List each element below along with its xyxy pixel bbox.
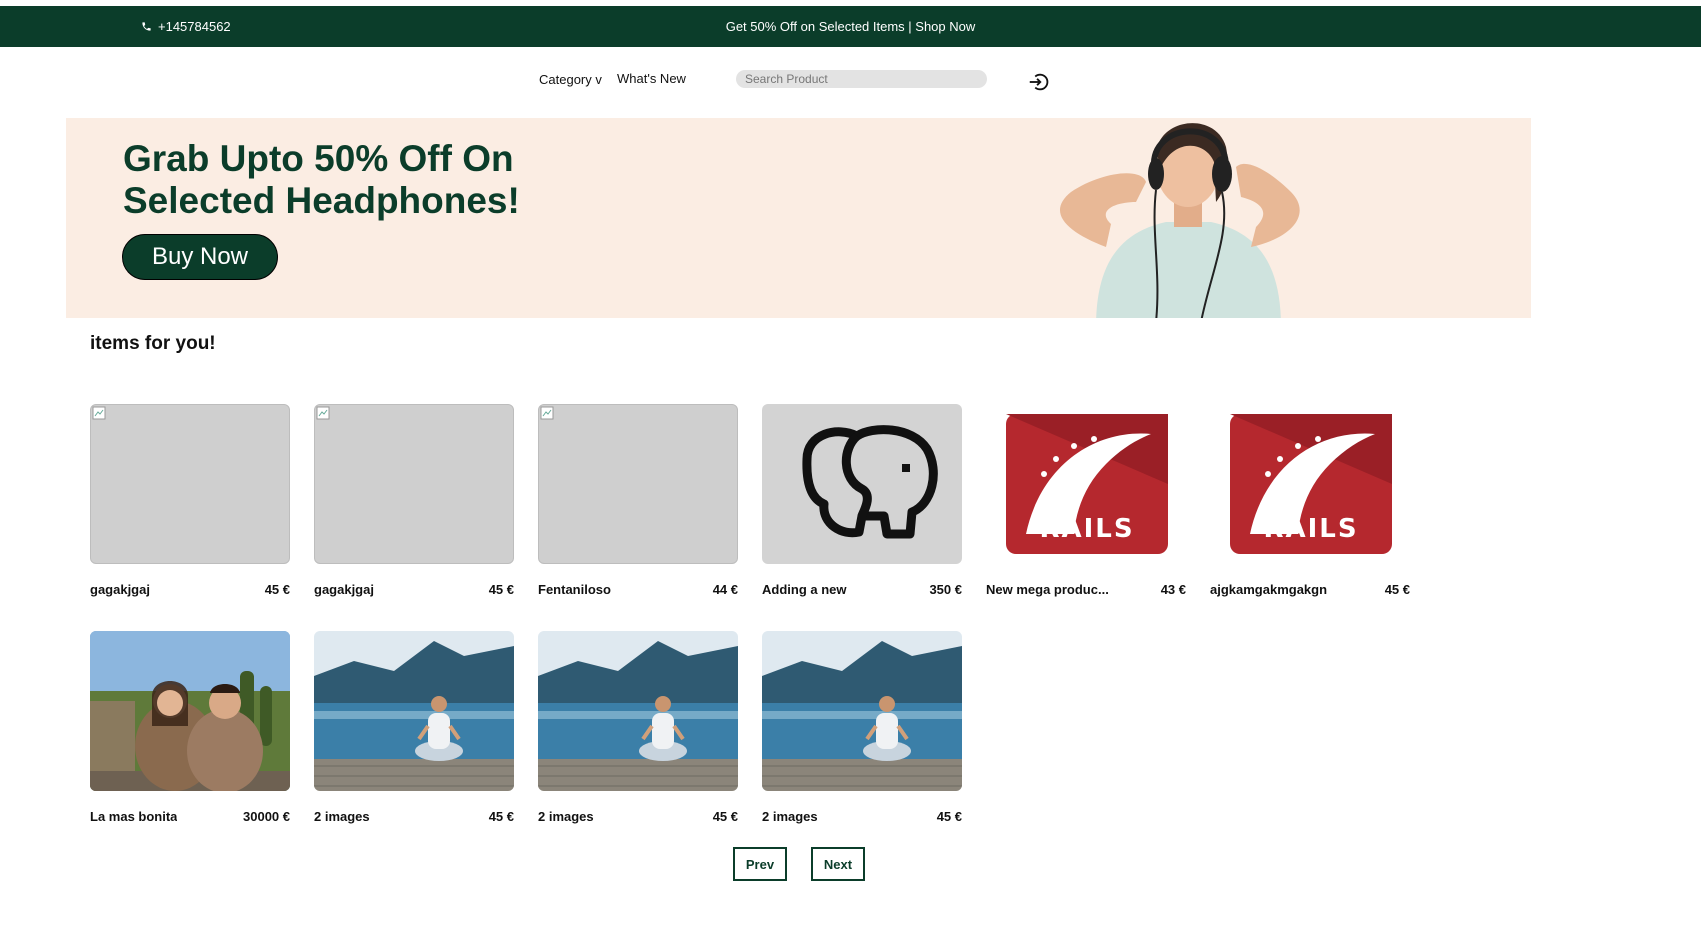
product-name[interactable]: 2 images <box>762 809 818 824</box>
product-card: RAILS ajgkamgakmgakgn 45 € <box>1210 404 1410 597</box>
rails-logo-icon: RAILS <box>1230 414 1392 554</box>
product-card: Adding a new 350 € <box>762 404 962 597</box>
buy-now-button[interactable]: Buy Now <box>122 234 278 280</box>
lake-meditation-photo <box>314 631 514 791</box>
category-dropdown[interactable]: Category v <box>539 72 602 87</box>
product-meta: Fentaniloso 44 € <box>538 582 738 597</box>
product-name[interactable]: ajgkamgakmgakgn <box>1210 582 1327 597</box>
svg-text:RAILS: RAILS <box>1039 514 1134 544</box>
product-card: gagakjgaj 45 € <box>314 404 514 597</box>
product-card: RAILS New mega produc... 43 € <box>986 404 1186 597</box>
product-price: 45 € <box>936 809 962 824</box>
product-image[interactable] <box>762 404 962 564</box>
product-image[interactable]: RAILS <box>986 404 1186 564</box>
product-card: 2 images 45 € <box>762 631 962 824</box>
prev-page-button[interactable]: Prev <box>733 847 787 881</box>
main-nav: Category v What's New <box>0 68 1701 98</box>
product-price: 45 € <box>488 809 514 824</box>
headphones-woman-image <box>1059 123 1300 318</box>
product-name[interactable]: 2 images <box>538 809 594 824</box>
product-name[interactable]: Adding a new <box>762 582 847 597</box>
product-meta: ajgkamgakmgakgn 45 € <box>1210 582 1410 597</box>
product-price: 45 € <box>712 809 738 824</box>
product-price: 44 € <box>712 582 738 597</box>
top-promo-bar: +145784562 Get 50% Off on Selected Items… <box>0 6 1701 47</box>
product-card: La mas bonita 30000 € <box>90 631 290 824</box>
login-icon[interactable] <box>1027 71 1049 93</box>
product-image[interactable] <box>90 631 290 791</box>
product-meta: La mas bonita 30000 € <box>90 809 290 824</box>
hero-banner: Grab Upto 50% Off On Selected Headphones… <box>66 118 1531 318</box>
product-card: gagakjgaj 45 € <box>90 404 290 597</box>
product-name[interactable]: New mega produc... <box>986 582 1109 597</box>
broken-image-icon <box>316 406 330 420</box>
hero-title: Grab Upto 50% Off On Selected Headphones… <box>123 138 520 221</box>
broken-image-icon <box>540 406 554 420</box>
product-price: 45 € <box>264 582 290 597</box>
product-price: 43 € <box>1160 582 1186 597</box>
product-price: 350 € <box>929 582 962 597</box>
rails-logo-icon: RAILS <box>1006 414 1168 554</box>
product-image[interactable] <box>314 631 514 791</box>
product-name[interactable]: Fentaniloso <box>538 582 611 597</box>
product-meta: 2 images 45 € <box>314 809 514 824</box>
product-card: 2 images 45 € <box>314 631 514 824</box>
product-price: 30000 € <box>243 809 290 824</box>
product-card: Fentaniloso 44 € <box>538 404 738 597</box>
product-image[interactable] <box>314 404 514 564</box>
product-meta: 2 images 45 € <box>762 809 962 824</box>
product-name[interactable]: gagakjgaj <box>314 582 374 597</box>
promo-link[interactable]: Get 50% Off on Selected Items | Shop Now <box>726 19 976 34</box>
product-name[interactable]: 2 images <box>314 809 370 824</box>
product-meta: New mega produc... 43 € <box>986 582 1186 597</box>
broken-image-icon <box>92 406 106 420</box>
product-meta: gagakjgaj 45 € <box>314 582 514 597</box>
product-price: 45 € <box>1384 582 1410 597</box>
couple-photo <box>90 631 290 791</box>
product-meta: 2 images 45 € <box>538 809 738 824</box>
lake-meditation-photo <box>762 631 962 791</box>
product-card: 2 images 45 € <box>538 631 738 824</box>
svg-text:RAILS: RAILS <box>1263 514 1358 544</box>
search-input[interactable] <box>736 70 987 88</box>
product-name[interactable]: gagakjgaj <box>90 582 150 597</box>
product-image[interactable] <box>90 404 290 564</box>
elephant-logo-icon <box>802 425 938 539</box>
product-image[interactable] <box>538 404 738 564</box>
product-price: 45 € <box>488 582 514 597</box>
section-title: items for you! <box>90 333 216 354</box>
product-meta: gagakjgaj 45 € <box>90 582 290 597</box>
promo-text: Get 50% Off on Selected Items | Shop Now <box>0 19 1701 34</box>
product-image[interactable]: RAILS <box>1210 404 1410 564</box>
product-image[interactable] <box>762 631 962 791</box>
next-page-button[interactable]: Next <box>811 847 865 881</box>
product-image[interactable] <box>538 631 738 791</box>
product-meta: Adding a new 350 € <box>762 582 962 597</box>
lake-meditation-photo <box>538 631 738 791</box>
whats-new-link[interactable]: What's New <box>617 71 686 86</box>
product-name[interactable]: La mas bonita <box>90 809 177 824</box>
